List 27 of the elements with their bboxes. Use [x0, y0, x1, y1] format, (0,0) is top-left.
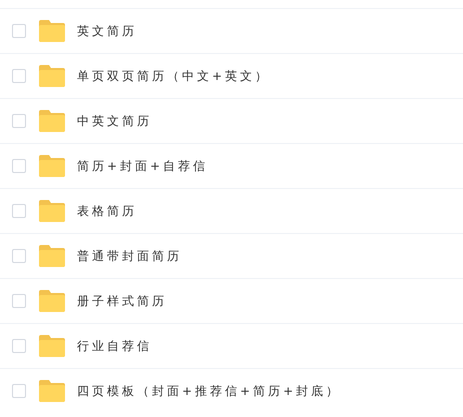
- folder-name[interactable]: 简历+封面+自荐信: [77, 157, 208, 175]
- checkbox[interactable]: [12, 384, 26, 398]
- folder-name[interactable]: 英文简历: [77, 22, 137, 40]
- folder-name[interactable]: 表格简历: [77, 202, 137, 220]
- folder-icon: [39, 155, 65, 177]
- folder-icon: [39, 65, 65, 87]
- checkbox[interactable]: [12, 204, 26, 218]
- folder-icon: [39, 200, 65, 222]
- folder-icon: [39, 380, 65, 402]
- checkbox[interactable]: [12, 24, 26, 38]
- folder-name[interactable]: 单页双页简历（中文+英文）: [77, 67, 270, 85]
- folder-icon: [39, 20, 65, 42]
- folder-name[interactable]: 四页模板（封面+推荐信+简历+封底）: [77, 382, 342, 400]
- folder-name[interactable]: 中英文简历: [77, 112, 152, 130]
- folder-icon: [39, 335, 65, 357]
- checkbox[interactable]: [12, 294, 26, 308]
- checkbox[interactable]: [12, 249, 26, 263]
- folder-name[interactable]: 册子样式简历: [77, 292, 167, 310]
- checkbox[interactable]: [12, 69, 26, 83]
- folder-icon: [39, 290, 65, 312]
- checkbox[interactable]: [12, 159, 26, 173]
- folder-name[interactable]: 行业自荐信: [77, 337, 152, 355]
- folder-icon: [39, 110, 65, 132]
- folder-name[interactable]: 普通带封面简历: [77, 247, 182, 265]
- folder-icon: [39, 245, 65, 267]
- checkbox[interactable]: [12, 114, 26, 128]
- checkbox[interactable]: [12, 339, 26, 353]
